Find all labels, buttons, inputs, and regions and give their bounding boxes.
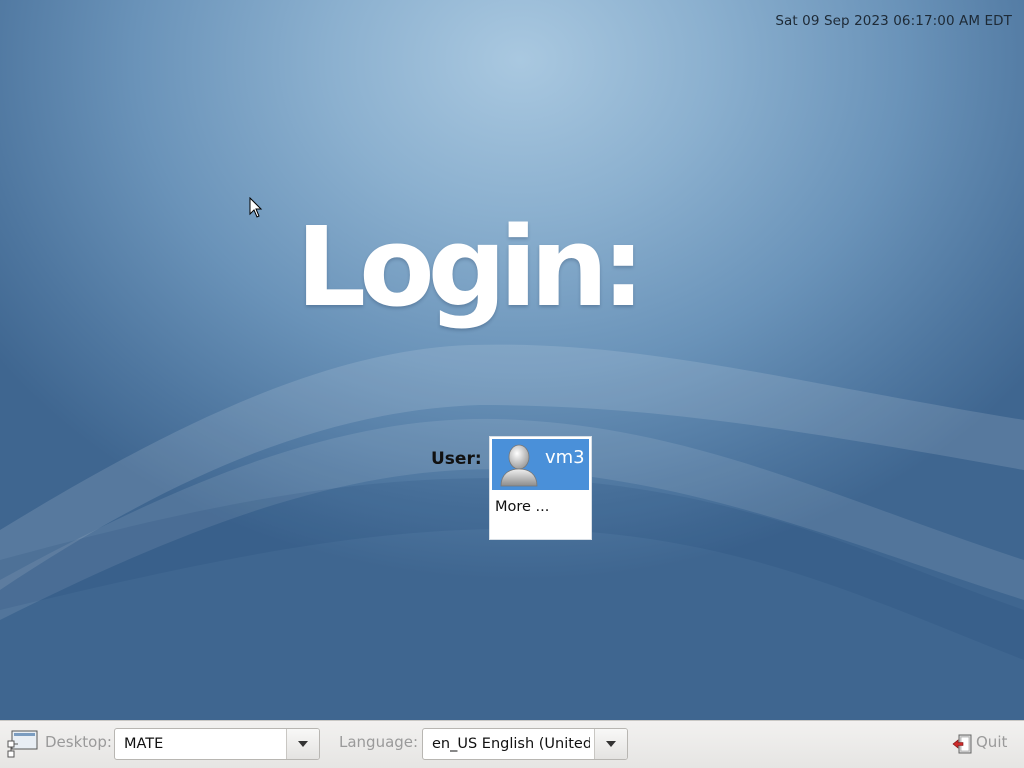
desktop-select-value: MATE [124,736,164,752]
more-users-item[interactable]: More ... [495,497,585,517]
desktop-dropdown-button[interactable] [286,729,319,759]
language-dropdown-button[interactable] [594,729,627,759]
mouse-pointer-icon [249,197,263,218]
language-select-value: en_US English (United S [432,736,590,752]
user-item-vm3[interactable]: vm3 [492,439,589,490]
language-select[interactable]: en_US English (United S [422,728,628,760]
background-waves [0,344,1024,660]
chevron-down-icon [606,741,616,747]
user-avatar-icon [500,444,538,487]
bottom-bar: Desktop: MATE Language: en_US English (U… [0,720,1024,768]
desktop-session-icon [7,730,38,758]
user-name: vm3 [545,447,585,468]
user-list[interactable]: vm3 More ... [489,436,592,540]
quit-button[interactable]: Quit [952,731,1012,757]
language-label: Language: [339,733,419,751]
desktop-label: Desktop: [45,733,112,751]
clock: Sat 09 Sep 2023 06:17:00 AM EDT [775,13,1012,29]
chevron-down-icon [298,741,308,747]
desktop-select[interactable]: MATE [114,728,320,760]
quit-door-icon [952,734,972,754]
login-title: Login: [296,203,645,331]
quit-label: Quit [976,733,1008,751]
login-screen: Sat 09 Sep 2023 06:17:00 AM EDT Login: U… [0,0,1024,768]
user-label: User: [431,449,482,469]
